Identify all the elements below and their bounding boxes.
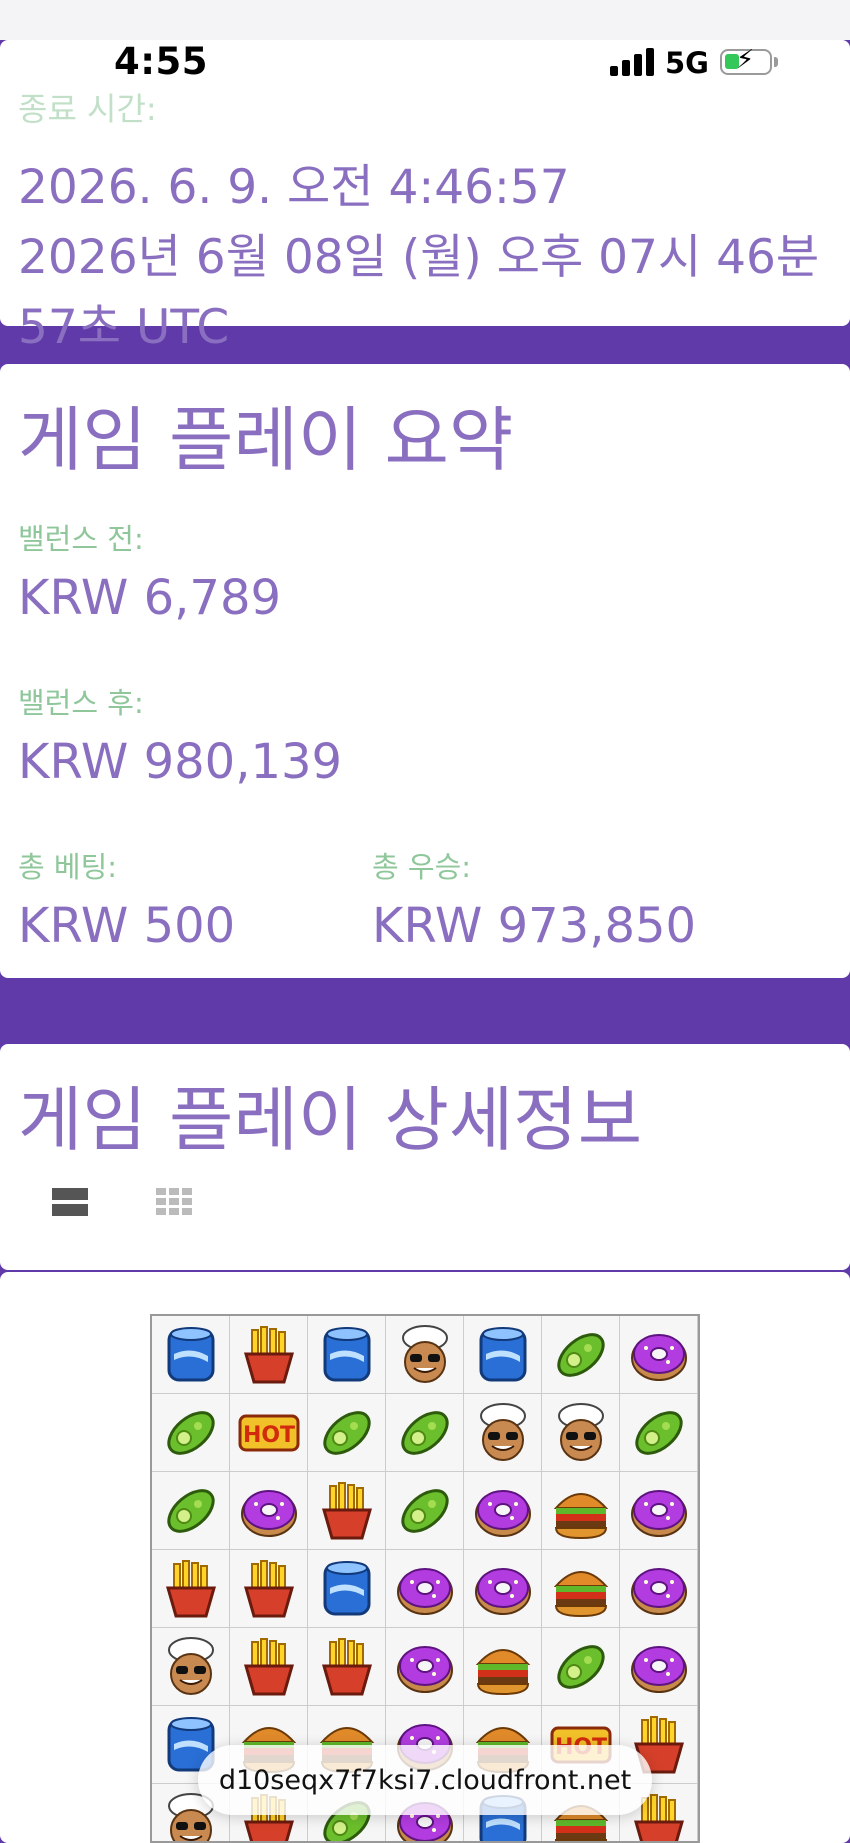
- burger-symbol-icon: [550, 1558, 612, 1620]
- network-type: 5G: [665, 46, 709, 80]
- balance-after-label: 밸런스 후:: [18, 686, 144, 720]
- summary-title: 게임 플레이 요약: [18, 399, 514, 481]
- total-win-label: 총 우승:: [372, 850, 472, 884]
- pickle-symbol-icon: [316, 1402, 378, 1464]
- board-cell: [152, 1628, 230, 1706]
- grid-view-icon[interactable]: [156, 1188, 192, 1216]
- end-time-utc-line2: 57초 UTC: [18, 300, 230, 355]
- svg-text:HOT: HOT: [243, 1423, 295, 1448]
- board-cell: HOT: [230, 1394, 308, 1472]
- board-cell: [464, 1550, 542, 1628]
- board-cell: [464, 1472, 542, 1550]
- chef-symbol-icon: [160, 1636, 222, 1698]
- chef-symbol-icon: [394, 1324, 456, 1386]
- board-cell: [152, 1394, 230, 1472]
- board-cell: [464, 1628, 542, 1706]
- soda-symbol-icon: [472, 1324, 534, 1386]
- board-cell: [620, 1394, 698, 1472]
- pickle-symbol-icon: [160, 1402, 222, 1464]
- fries-symbol-icon: [238, 1558, 300, 1620]
- board-cell: [620, 1550, 698, 1628]
- total-win-value: KRW 973,850: [372, 898, 697, 954]
- hot-symbol-icon: HOT: [238, 1402, 300, 1464]
- url-text: d10seqx7f7ksi7.cloudfront.net: [218, 1765, 632, 1796]
- balance-after-value: KRW 980,139: [18, 734, 343, 790]
- soda-symbol-icon: [316, 1558, 378, 1620]
- board-cell: [386, 1316, 464, 1394]
- board-cell: [230, 1550, 308, 1628]
- fries-symbol-icon: [238, 1324, 300, 1386]
- chef-symbol-icon: [550, 1402, 612, 1464]
- status-bar: 4:55 5G ⚡: [0, 0, 850, 128]
- board-cell: [386, 1550, 464, 1628]
- browser-url-bar[interactable]: d10seqx7f7ksi7.cloudfront.net: [198, 1745, 652, 1815]
- total-bet-label: 총 베팅:: [18, 850, 118, 884]
- donut-symbol-icon: [628, 1480, 690, 1542]
- summary-card: 게임 플레이 요약 밸런스 전: KRW 6,789 밸런스 후: KRW 98…: [0, 364, 850, 978]
- donut-symbol-icon: [628, 1636, 690, 1698]
- board-cell: [308, 1394, 386, 1472]
- signal-icon: [610, 48, 654, 76]
- board-cell: [308, 1316, 386, 1394]
- pickle-symbol-icon: [160, 1480, 222, 1542]
- end-time-utc-line1: 2026년 6월 08일 (월) 오후 07시 46분: [18, 230, 820, 285]
- fries-symbol-icon: [160, 1558, 222, 1620]
- donut-symbol-icon: [238, 1480, 300, 1542]
- fries-symbol-icon: [316, 1480, 378, 1542]
- chef-symbol-icon: [472, 1402, 534, 1464]
- board-cell: [464, 1316, 542, 1394]
- balance-before-label: 밸런스 전:: [18, 522, 144, 556]
- board-cell: [386, 1394, 464, 1472]
- pickle-symbol-icon: [628, 1402, 690, 1464]
- board-cell: [386, 1472, 464, 1550]
- donut-symbol-icon: [628, 1558, 690, 1620]
- board-cell: [152, 1550, 230, 1628]
- burger-symbol-icon: [550, 1480, 612, 1542]
- list-view-icon[interactable]: [52, 1188, 88, 1216]
- soda-symbol-icon: [160, 1324, 222, 1386]
- board-cell: [542, 1472, 620, 1550]
- board-cell: [464, 1394, 542, 1472]
- board-cell: [542, 1394, 620, 1472]
- balance-before-value: KRW 6,789: [18, 570, 282, 626]
- donut-symbol-icon: [394, 1636, 456, 1698]
- end-time-local: 2026. 6. 9. 오전 4:46:57: [18, 160, 570, 215]
- board-cell: [386, 1628, 464, 1706]
- board-cell: [620, 1472, 698, 1550]
- board-cell: [620, 1316, 698, 1394]
- pickle-symbol-icon: [550, 1636, 612, 1698]
- donut-symbol-icon: [628, 1324, 690, 1386]
- board-cell: [542, 1316, 620, 1394]
- burger-symbol-icon: [472, 1636, 534, 1698]
- battery-cap: [774, 57, 778, 67]
- soda-symbol-icon: [316, 1324, 378, 1386]
- board-cell: [620, 1628, 698, 1706]
- donut-symbol-icon: [472, 1480, 534, 1542]
- fries-symbol-icon: [238, 1636, 300, 1698]
- board-cell: [542, 1628, 620, 1706]
- donut-symbol-icon: [472, 1558, 534, 1620]
- battery-icon: ⚡: [720, 47, 772, 75]
- total-bet-value: KRW 500: [18, 898, 236, 954]
- board-cell: [152, 1472, 230, 1550]
- board-cell: [542, 1550, 620, 1628]
- details-title: 게임 플레이 상세정보: [18, 1079, 643, 1161]
- details-card: 게임 플레이 상세정보: [0, 1044, 850, 1270]
- status-time: 4:55: [114, 40, 209, 83]
- pickle-symbol-icon: [394, 1480, 456, 1542]
- board-cell: [152, 1316, 230, 1394]
- board-cell: [308, 1628, 386, 1706]
- board-cell: [230, 1316, 308, 1394]
- fries-symbol-icon: [316, 1636, 378, 1698]
- board-cell: [308, 1472, 386, 1550]
- donut-symbol-icon: [394, 1558, 456, 1620]
- pickle-symbol-icon: [550, 1324, 612, 1386]
- board-cell: [230, 1628, 308, 1706]
- board-cell: [308, 1550, 386, 1628]
- board-cell: [230, 1472, 308, 1550]
- pickle-symbol-icon: [394, 1402, 456, 1464]
